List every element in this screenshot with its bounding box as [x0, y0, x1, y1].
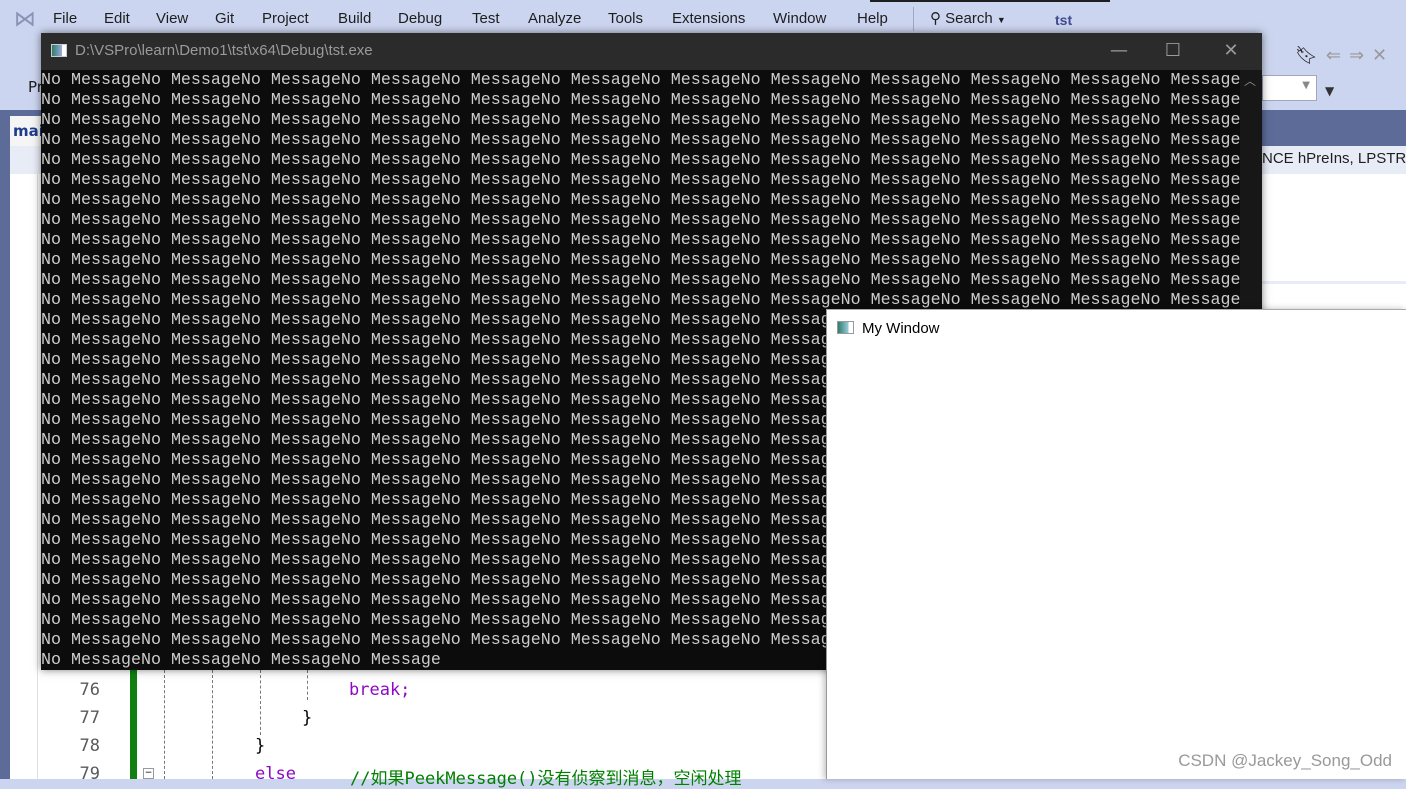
menu-extensions[interactable]: Extensions — [672, 10, 745, 27]
close-button[interactable]: ✕ — [1208, 37, 1254, 65]
console-line: No MessageNo MessageNo MessageNo Message… — [41, 151, 1240, 170]
console-line: No MessageNo MessageNo MessageNo Message… — [41, 71, 1240, 90]
indent-guide — [307, 670, 308, 700]
line-number: 76 — [79, 680, 100, 700]
gutter-divider — [37, 174, 38, 779]
menu-tools[interactable]: Tools — [608, 10, 643, 27]
console-line: No MessageNo MessageNo MessageNo Message… — [41, 231, 1240, 250]
scroll-up-icon[interactable]: ︿ — [1244, 72, 1256, 89]
minimize-button[interactable]: — — [1096, 37, 1142, 65]
code-line: } — [255, 736, 266, 756]
window-app-icon — [837, 321, 854, 334]
menu-git[interactable]: Git — [215, 10, 234, 27]
watermark: CSDN @Jackey_Song_Odd — [1178, 751, 1392, 770]
menu-file[interactable]: File — [53, 10, 77, 27]
clear-bookmarks-icon[interactable]: ✕ — [1372, 45, 1387, 66]
indent-guide — [260, 670, 261, 735]
project-name: tst — [1055, 12, 1073, 28]
menu-help[interactable]: Help — [857, 10, 888, 27]
console-line: No MessageNo MessageNo MessageNo Message… — [41, 291, 1240, 310]
menu-view[interactable]: View — [156, 10, 188, 27]
console-line: No MessageNo MessageNo MessageNo Message… — [41, 131, 1240, 150]
caret-down-icon: ▼ — [996, 15, 1006, 25]
member-dropdown[interactable]: NCE hPreIns, LPSTR — [1262, 150, 1406, 167]
visual-studio-logo-icon: ⋈ — [14, 7, 36, 32]
divider — [870, 0, 1110, 2]
menu-window[interactable]: Window — [773, 10, 826, 27]
menu-test[interactable]: Test — [472, 10, 500, 27]
divider — [913, 7, 914, 31]
console-app-icon — [51, 44, 67, 57]
my-window[interactable]: My Window — [826, 309, 1406, 779]
menu-build[interactable]: Build — [338, 10, 371, 27]
bookmark-toolbar: 🔖︎ ⇐ ⇒ ✕ — [1295, 45, 1395, 66]
code-line: } — [302, 708, 313, 728]
code-line: break; — [349, 680, 411, 700]
next-bookmark-icon[interactable]: ⇒ — [1349, 45, 1364, 66]
menu-debug[interactable]: Debug — [398, 10, 442, 27]
console-line: No MessageNo MessageNo MessageNo Message… — [41, 271, 1240, 290]
line-number: 78 — [79, 736, 100, 756]
search-label: Search — [945, 10, 993, 27]
editor-visible-area — [1262, 174, 1406, 284]
indent-guide — [212, 670, 213, 779]
toolbar-combobox[interactable]: ▼ — [1262, 75, 1317, 101]
prev-bookmark-icon[interactable]: ⇐ — [1326, 45, 1341, 66]
console-line: No MessageNo MessageNo MessageNo Message… — [41, 191, 1240, 210]
console-line: No MessageNo MessageNo MessageNo Message… — [41, 111, 1240, 130]
console-line: No MessageNo MessageNo MessageNo Message… — [41, 171, 1240, 190]
console-line: No MessageNo MessageNo MessageNo Message… — [41, 91, 1240, 110]
console-title: D:\VSPro\learn\Demo1\tst\x64\Debug\tst.e… — [75, 42, 373, 59]
console-line: No MessageNo MessageNo MessageNo Message… — [41, 251, 1240, 270]
search-icon: ⚲ — [930, 10, 941, 27]
maximize-button[interactable]: ☐ — [1150, 37, 1196, 65]
menu-project[interactable]: Project — [262, 10, 309, 27]
toolbar-overflow-icon[interactable]: ▼ — [1325, 84, 1334, 98]
dropdown-arrow-icon: ▼ — [1302, 80, 1310, 91]
line-number: 79 — [79, 764, 100, 784]
line-number: 77 — [79, 708, 100, 728]
code-keyword: else — [255, 764, 296, 784]
console-line: No MessageNo MessageNo MessageNo Message… — [41, 211, 1240, 230]
console-title-bar[interactable]: D:\VSPro\learn\Demo1\tst\x64\Debug\tst.e… — [41, 33, 1262, 70]
change-indicator — [130, 670, 137, 779]
search-button[interactable]: ⚲ Search ▼ — [930, 9, 1006, 27]
collapse-toggle-icon[interactable]: − — [143, 768, 154, 779]
bookmark-icon[interactable]: 🔖︎ — [1295, 45, 1318, 66]
indent-guide — [164, 670, 165, 779]
menu-edit[interactable]: Edit — [104, 10, 130, 27]
menu-analyze[interactable]: Analyze — [528, 10, 581, 27]
window-title: My Window — [862, 320, 940, 337]
editor-left-edge — [0, 110, 10, 779]
code-comment: //如果PeekMessage()没有侦察到消息，空闲处理 — [350, 769, 742, 789]
